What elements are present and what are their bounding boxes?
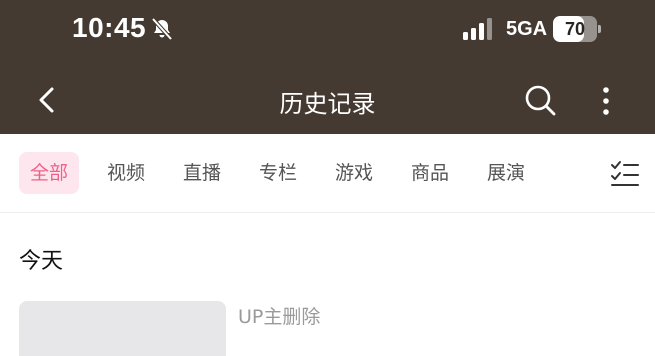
top-app-bar: 10:45 5GA 70 历史记录 [0,0,655,134]
network-type: 5GA [506,18,548,40]
more-vertical-icon[interactable] [592,84,620,118]
tab-live[interactable]: 直播 [183,152,221,194]
tab-game[interactable]: 游戏 [335,152,373,194]
search-icon[interactable] [523,83,557,117]
tab-goods[interactable]: 商品 [411,152,449,194]
history-item-thumbnail[interactable] [19,301,226,356]
history-item-status[interactable]: UP主删除 [238,302,320,329]
section-title-today: 今天 [19,249,64,274]
tab-column[interactable]: 专栏 [259,152,297,194]
tab-video[interactable]: 视频 [107,152,145,194]
list-filter-icon[interactable] [610,160,640,188]
category-tabs: 全部 视频 直播 专栏 游戏 商品 展演 [0,134,655,213]
tab-all[interactable]: 全部 [19,152,80,194]
tab-show[interactable]: 展演 [487,152,525,194]
bell-mute-icon [151,17,173,41]
battery-icon: 70 [553,16,601,42]
status-time: 10:45 [72,12,147,43]
battery-level: 70 [564,19,586,39]
signal-icon [463,18,492,40]
